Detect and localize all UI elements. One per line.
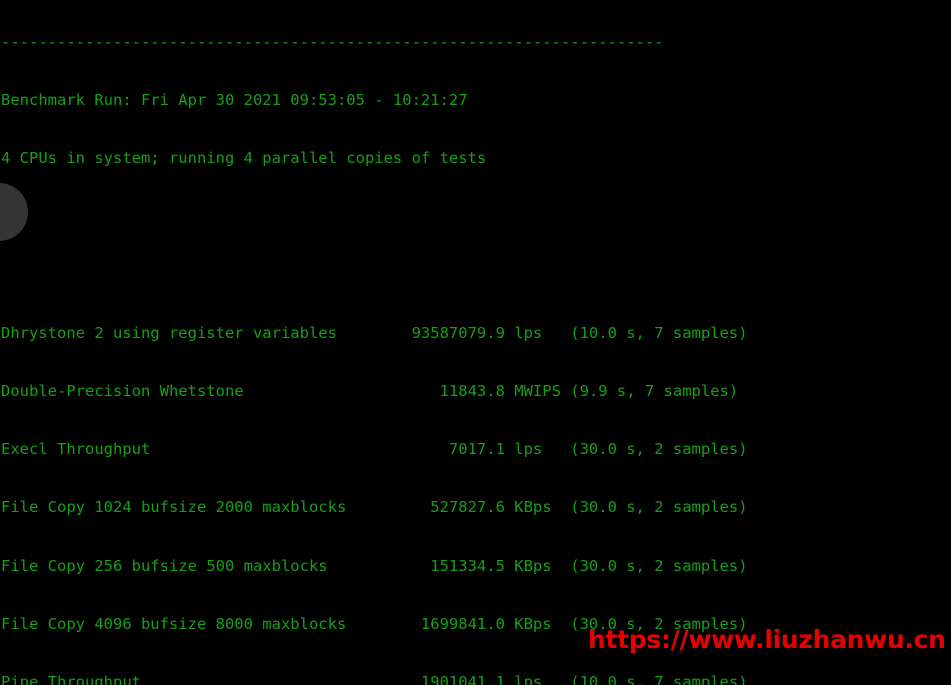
top-rule: ----------------------------------------… <box>1 32 664 51</box>
raw-result-row: Pipe Throughput 1901041.1 lps (10.0 s, 7… <box>1 673 748 685</box>
raw-result-row: Execl Throughput 7017.1 lps (30.0 s, 2 s… <box>1 440 748 459</box>
watermark-url-text: https://www.liuzhanwu.cn <box>588 625 946 654</box>
cpu-count-line: 4 CPUs in system; running 4 parallel cop… <box>1 149 487 168</box>
raw-result-row: Dhrystone 2 using register variables 935… <box>1 323 748 342</box>
raw-result-row: Double-Precision Whetstone 11843.8 MWIPS… <box>1 382 739 401</box>
raw-result-row: File Copy 1024 bufsize 2000 maxblocks 52… <box>1 498 748 517</box>
terminal-screen-text: ----------------------------------------… <box>1 0 748 685</box>
terminal-window[interactable]: ----------------------------------------… <box>0 0 951 685</box>
raw-result-row: File Copy 256 bufsize 500 maxblocks 1513… <box>1 556 748 575</box>
benchmark-run-line: Benchmark Run: Fri Apr 30 2021 09:53:05 … <box>1 91 468 110</box>
